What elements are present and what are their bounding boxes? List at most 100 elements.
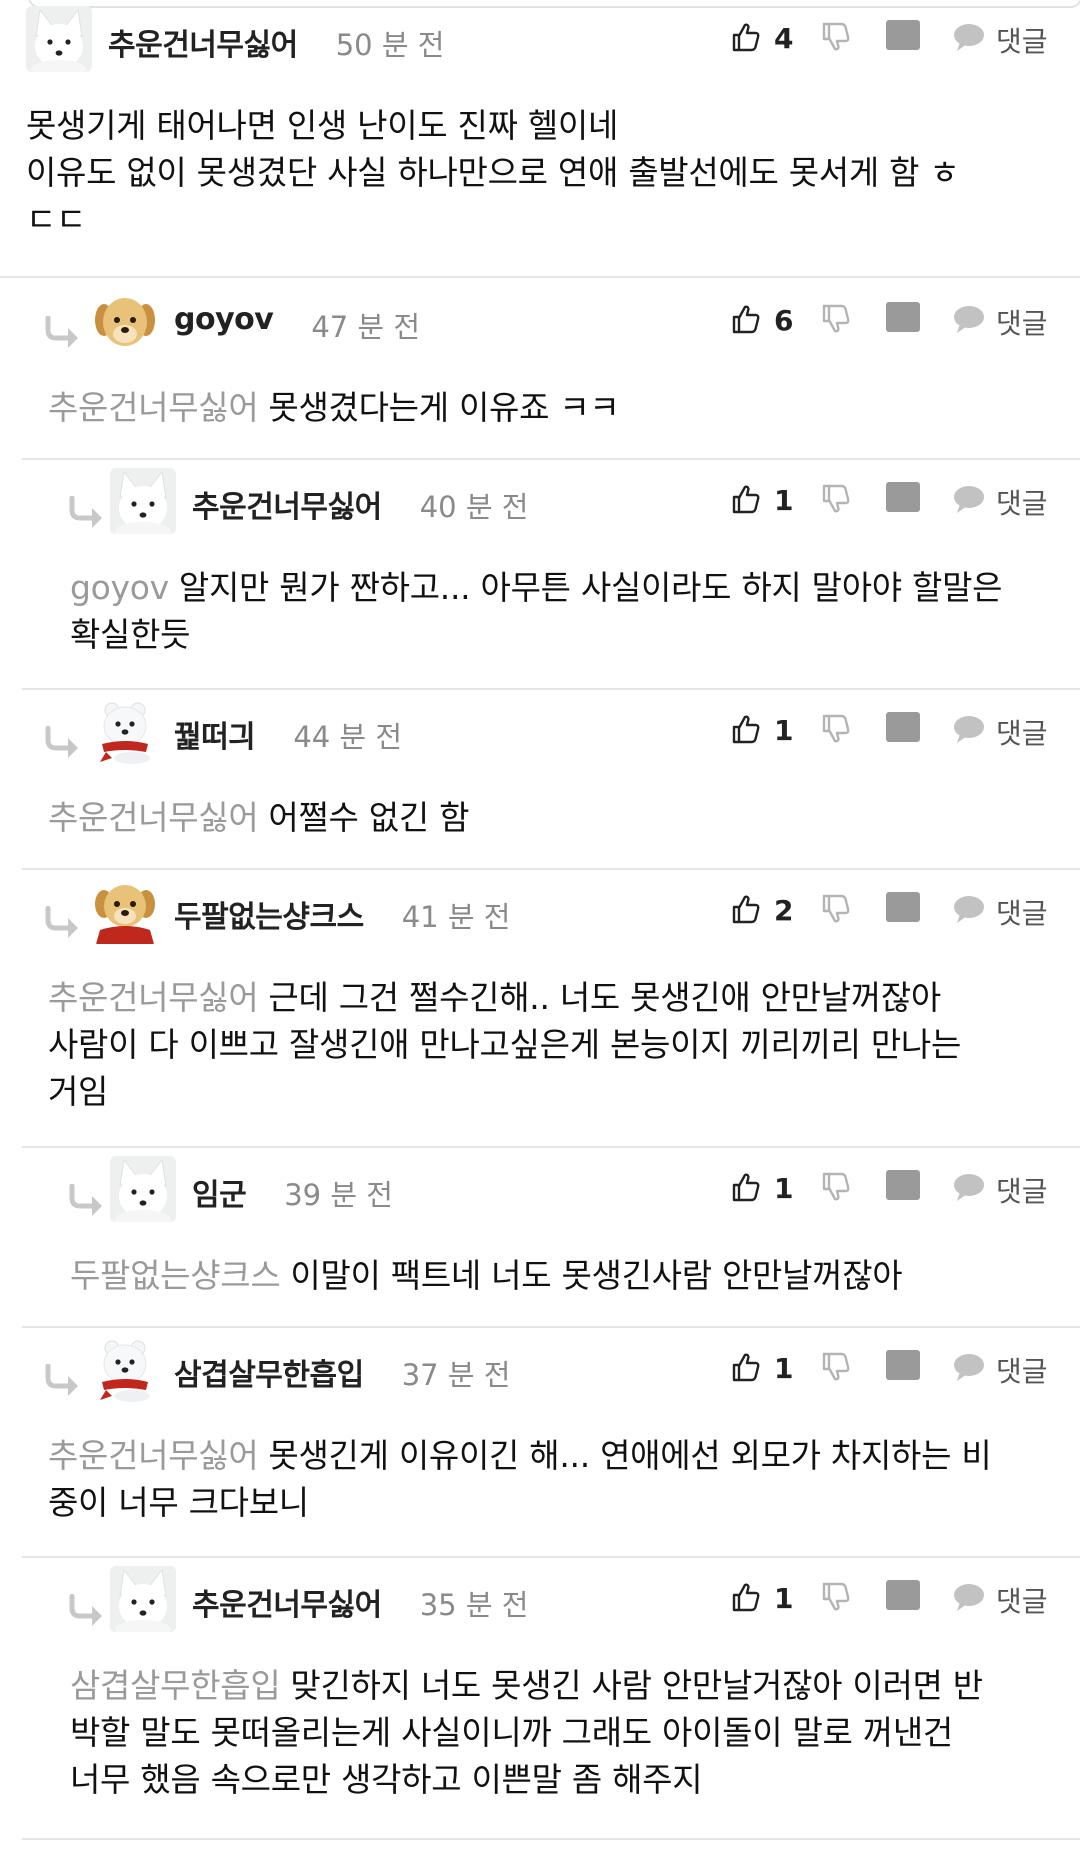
thumbs-down-icon <box>822 1582 850 1616</box>
reply-button[interactable]: 댓글 <box>952 298 1078 340</box>
comment-line: 추운건너무싫어 근데 그건 쩔수긴해.. 너도 못생긴애 안만날꺼잖아 <box>48 974 961 1021</box>
comment-body: goyov 알지만 뭔가 짠하고... 아무튼 사실이라도 하지 말아야 할말은 확… <box>70 564 1003 658</box>
like-button[interactable]: 1 <box>732 710 796 750</box>
like-button[interactable]: 4 <box>732 18 796 58</box>
author-name[interactable]: 꿡떠긔 <box>174 712 256 756</box>
mention-link[interactable]: 추운건너무싫어 <box>48 978 259 1017</box>
thumbs-down-icon <box>822 894 850 928</box>
avatar[interactable] <box>92 1336 158 1402</box>
comment-divider <box>22 1556 1080 1558</box>
more-dots-icon <box>886 482 920 512</box>
author-name[interactable]: 추운건너무싫어 <box>108 20 298 64</box>
comment-line: ㄷㄷ <box>26 196 959 243</box>
mention-link[interactable]: 추운건너무싫어 <box>48 798 259 837</box>
reply-label: 댓글 <box>996 1355 1048 1388</box>
reply-button[interactable]: 댓글 <box>952 1576 1078 1618</box>
comment-item: 삼겹살무한흡입 37 분 전 1 댓글추운건너무싫어 못생긴게 이유이긴 해... 연애… <box>0 1330 1080 1560</box>
like-button[interactable]: 1 <box>732 1168 796 1208</box>
more-options-button[interactable] <box>886 1350 920 1380</box>
author-name[interactable]: 추운건너무싫어 <box>192 1580 382 1624</box>
comment-line: 이유도 없이 못생겼단 사실 하나만으로 연애 출발선에도 못서게 함 ㅎ <box>26 149 960 196</box>
comment-text: 어쩔수 없긴 함 <box>268 798 470 837</box>
comment-line: 못생기게 태어나면 인생 난이도 진짜 헬이네 <box>26 102 959 149</box>
like-button[interactable]: 1 <box>732 1578 796 1618</box>
comment-item: 추운건너무싫어 50 분 전 4 댓글 못생기게 태어나면 인생 난이도 진짜 헬이네 이… <box>0 0 1080 282</box>
dislike-button[interactable] <box>822 1582 856 1620</box>
like-button[interactable]: 1 <box>732 1348 796 1388</box>
comment-body: 삼겹살무한흡입 맞긴하지 너도 못생긴 사람 안만날거잖아 이러면 반 박할 말도 … <box>70 1662 983 1803</box>
reply-label: 댓글 <box>996 487 1048 520</box>
author-name[interactable]: 삼겹살무한흡입 <box>174 1350 364 1394</box>
thumbs-down-icon <box>822 714 850 748</box>
comment-text: 못생긴게 이유이긴 해... 연애에선 외모가 차지하는 비 <box>268 1436 992 1475</box>
comment-item: 추운건너무싫어 35 분 전 1 댓글 삼겹살무한흡입 맞긴하지 너도 못생긴 사람 안만… <box>0 1560 1080 1840</box>
timestamp: 37 분 전 <box>401 1358 511 1392</box>
reply-button[interactable]: 댓글 <box>952 1346 1078 1388</box>
comment-header: 삼겹살무한흡입 37 분 전 1 댓글 <box>0 1330 1080 1410</box>
mention-link[interactable]: 추운건너무싫어 <box>48 388 259 427</box>
comment-text: 알지만 뭔가 짠하고... 아무튼 사실이라도 하지 말아야 할말은 <box>178 568 1003 607</box>
dislike-button[interactable] <box>822 1172 856 1210</box>
reply-label: 댓글 <box>996 897 1048 930</box>
dislike-button[interactable] <box>822 484 856 522</box>
reply-arrow-icon <box>44 905 82 940</box>
comment-text: ㄷㄷ <box>26 200 87 239</box>
more-options-button[interactable] <box>886 302 920 332</box>
comment-text: 못생기게 태어나면 인생 난이도 진짜 헬이네 <box>26 106 619 145</box>
comment-divider <box>22 1326 1080 1328</box>
dislike-button[interactable] <box>822 304 856 342</box>
more-options-button[interactable] <box>886 1170 920 1200</box>
comment-divider <box>0 276 1080 278</box>
more-options-button[interactable] <box>886 892 920 922</box>
avatar[interactable] <box>110 1156 176 1222</box>
mention-link[interactable]: 삼겹살무한흡입 <box>70 1666 281 1705</box>
avatar[interactable] <box>110 468 176 534</box>
author-name[interactable]: goyov <box>174 302 274 337</box>
reply-label: 댓글 <box>996 1175 1048 1208</box>
reply-button[interactable]: 댓글 <box>952 708 1078 750</box>
avatar[interactable] <box>110 1566 176 1632</box>
avatar[interactable] <box>26 6 92 72</box>
comment-body: 추운건너무싫어 근데 그건 쩔수긴해.. 너도 못생긴애 안만날꺼잖아사람이 다 … <box>48 974 961 1115</box>
dislike-button[interactable] <box>822 1352 856 1390</box>
reply-button[interactable]: 댓글 <box>952 888 1078 930</box>
reply-button[interactable]: 댓글 <box>952 1166 1078 1208</box>
dislike-button[interactable] <box>822 714 856 752</box>
mention-link[interactable]: 추운건너무싫어 <box>48 1436 259 1475</box>
more-options-button[interactable] <box>886 1580 920 1610</box>
like-button[interactable]: 6 <box>732 300 796 340</box>
more-dots-icon <box>886 20 920 50</box>
avatar[interactable] <box>92 288 158 354</box>
comment-divider <box>22 1146 1080 1148</box>
reply-button[interactable]: 댓글 <box>952 478 1078 520</box>
comment-item: 두팔없는샹크스 41 분 전 2 댓글 추운건너무싫어 근데 그건 쩔수긴해.. 너도 못… <box>0 872 1080 1150</box>
comment-text: 못생겼다는게 이유죠 ㅋㅋ <box>268 388 620 427</box>
thumbs-down-icon <box>822 1172 850 1206</box>
avatar[interactable] <box>92 878 158 944</box>
like-count: 1 <box>774 714 794 747</box>
dislike-button[interactable] <box>822 894 856 932</box>
comment-text: 사람이 다 이쁘고 잘생긴애 만나고싶은게 본능이지 끼리끼리 만나는 <box>48 1025 962 1064</box>
reply-button[interactable]: 댓글 <box>952 16 1078 58</box>
more-options-button[interactable] <box>886 482 920 512</box>
comment-line: 추운건너무싫어 어쩔수 없긴 함 <box>48 794 469 841</box>
comment-header: 꿡떠긔 44 분 전 1 댓글 <box>0 692 1080 772</box>
reply-label: 댓글 <box>996 307 1048 340</box>
thumbs-down-icon <box>822 22 850 56</box>
like-button[interactable]: 2 <box>732 890 796 930</box>
author-name[interactable]: 임군 <box>192 1170 247 1214</box>
comment-divider <box>22 458 1080 460</box>
like-button[interactable]: 1 <box>732 480 796 520</box>
mention-link[interactable]: 두팔없는샹크스 <box>70 1256 281 1295</box>
author-name[interactable]: 두팔없는샹크스 <box>174 892 364 936</box>
more-options-button[interactable] <box>886 712 920 742</box>
more-options-button[interactable] <box>886 20 920 50</box>
comment-text: 맞긴하지 너도 못생긴 사람 안만날거잖아 이러면 반 <box>290 1666 983 1705</box>
avatar[interactable] <box>92 698 158 764</box>
dislike-button[interactable] <box>822 22 856 60</box>
more-dots-icon <box>886 892 920 922</box>
author-name[interactable]: 추운건너무싫어 <box>192 482 382 526</box>
comment-line: 거임 <box>48 1068 961 1115</box>
comment-line: goyov 알지만 뭔가 짠하고... 아무튼 사실이라도 하지 말아야 할말은 <box>70 564 1003 611</box>
mention-link[interactable]: goyov <box>70 568 169 607</box>
